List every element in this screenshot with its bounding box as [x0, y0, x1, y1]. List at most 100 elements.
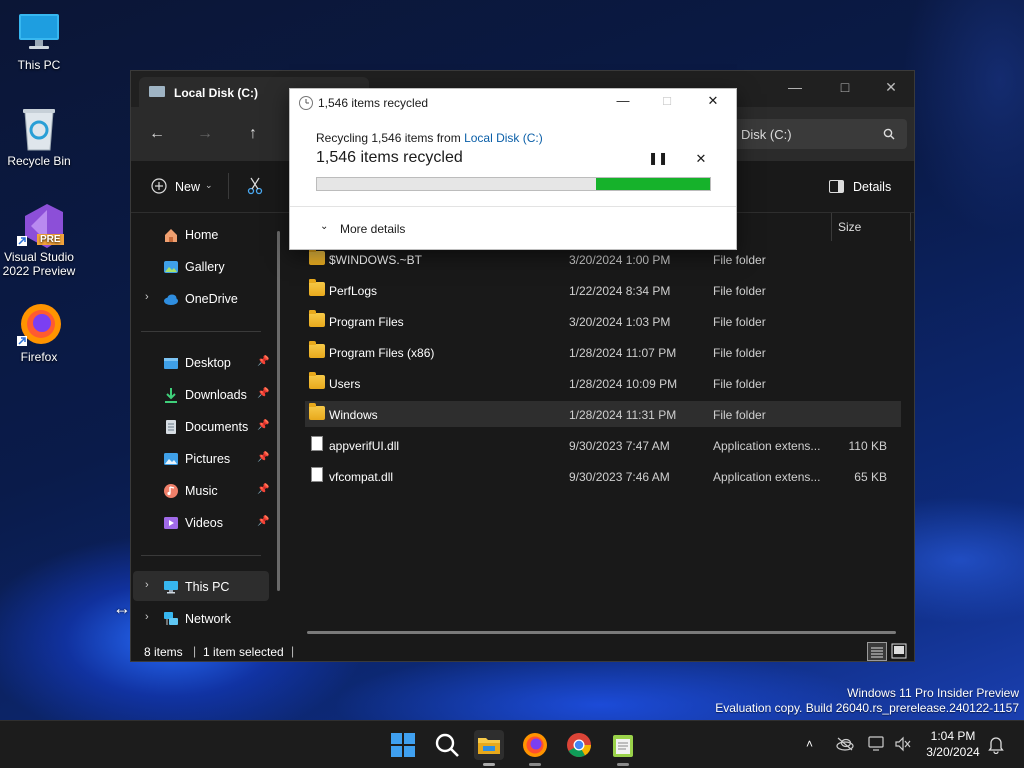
videos-icon [164, 517, 178, 529]
details-pane-icon [829, 180, 844, 193]
desktop-icon-firefox[interactable]: Firefox [0, 302, 78, 364]
table-row[interactable]: Program Files 3/20/2024 1:03 PM File fol… [305, 308, 901, 334]
pause-icon[interactable]: ❚❚ [648, 151, 668, 167]
volume-muted-icon[interactable] [894, 736, 912, 752]
pin-icon[interactable]: 📌 [257, 452, 269, 463]
sidebar-item-label: Music [185, 484, 218, 498]
table-row[interactable]: PerfLogs 1/22/2024 8:34 PM File folder [305, 277, 901, 303]
sidebar-scrollbar[interactable] [277, 231, 280, 591]
network-status-icon[interactable] [868, 736, 886, 752]
tiles-view-icon[interactable] [891, 643, 907, 659]
sidebar-item-videos[interactable]: Videos 📌 [161, 509, 273, 537]
pictures-icon [164, 453, 178, 465]
column-header-size[interactable]: Size [831, 213, 911, 241]
clock[interactable]: 1:04 PM 3/20/2024 [922, 729, 984, 759]
search-button[interactable] [432, 730, 462, 760]
table-row[interactable]: vfcompat.dll 9/30/2023 7:46 AM Applicati… [305, 463, 901, 489]
details-button[interactable]: Details [829, 177, 899, 197]
dialog-title: 1,546 items recycled [318, 96, 429, 110]
dialog-subtitle: Recycling 1,546 items from Local Disk (C… [316, 131, 543, 145]
table-row-selected[interactable]: Windows 1/28/2024 11:31 PM File folder [305, 401, 901, 427]
desktop-icon-label: This PC [17, 58, 61, 72]
sidebar-item-gallery[interactable]: Gallery [161, 253, 273, 281]
chevron-right-icon[interactable]: › [145, 611, 149, 623]
network-icon [164, 612, 178, 625]
taskbar-firefox[interactable] [520, 730, 550, 766]
watermark-line-1: Windows 11 Pro Insider Preview [847, 686, 1019, 700]
horizontal-scrollbar[interactable] [307, 631, 896, 634]
sidebar-item-label: Home [185, 228, 219, 242]
minimize-icon[interactable]: — [785, 79, 805, 95]
close-icon[interactable]: ✕ [881, 79, 901, 95]
clock-time: 1:04 PM [930, 729, 976, 743]
table-row[interactable]: Program Files (x86) 1/28/2024 11:07 PM F… [305, 339, 901, 365]
pin-icon[interactable]: 📌 [257, 388, 269, 399]
minimize-icon[interactable]: — [612, 93, 634, 113]
more-details-toggle[interactable]: ⌄ More details [290, 207, 738, 251]
sidebar-item-label: Gallery [185, 260, 225, 274]
cancel-icon[interactable]: ✕ [694, 151, 708, 167]
documents-icon [166, 420, 176, 434]
chevron-down-icon: ⌄ [205, 180, 213, 190]
source-drive-link[interactable]: Local Disk (C:) [464, 131, 543, 145]
onedrive-offline-icon[interactable] [836, 737, 854, 751]
sidebar-item-downloads[interactable]: Downloads 📌 [161, 381, 273, 409]
desktop-icon-label: Visual Studio 2022 Preview [2, 250, 76, 278]
desktop-icon-visual-studio[interactable]: PRE Visual Studio 2022 Preview [0, 202, 78, 278]
chevron-right-icon[interactable]: › [145, 579, 149, 591]
pin-icon[interactable]: 📌 [257, 356, 269, 367]
taskbar-file-explorer[interactable] [474, 730, 504, 766]
sidebar-item-onedrive[interactable]: › OneDrive [145, 285, 273, 313]
forward-arrow-icon[interactable]: → [195, 125, 215, 145]
file-type: File folder [713, 408, 766, 422]
details-view-icon[interactable] [867, 642, 887, 661]
show-hidden-icons-chevron-up-icon[interactable]: ˄ [806, 737, 813, 751]
pin-icon[interactable]: 📌 [257, 484, 269, 495]
taskbar-notepad[interactable] [608, 730, 638, 766]
table-row[interactable]: Users 1/28/2024 10:09 PM File folder [305, 370, 901, 396]
new-button[interactable]: New ⌄ [149, 178, 219, 198]
desktop-icon-this-pc[interactable]: This PC [0, 10, 78, 72]
back-arrow-icon[interactable]: ← [147, 125, 167, 145]
taskbar-chrome[interactable] [564, 730, 594, 760]
active-indicator [483, 763, 495, 766]
watermark-line-2: Evaluation copy. Build 26040.rs_prerelea… [715, 701, 1019, 715]
status-divider: | [291, 644, 295, 658]
file-type: File folder [713, 253, 766, 267]
file-name: vfcompat.dll [329, 470, 394, 484]
sidebar-divider [141, 331, 261, 332]
close-icon[interactable]: ✕ [702, 93, 724, 113]
folder-icon [309, 403, 325, 420]
cut-icon[interactable] [247, 177, 263, 195]
sidebar-item-pictures[interactable]: Pictures 📌 [161, 445, 273, 473]
onedrive-icon [164, 294, 178, 305]
sidebar-item-this-pc[interactable]: › This PC [145, 573, 273, 601]
file-date: 3/20/2024 1:03 PM [569, 315, 671, 329]
table-row[interactable]: appverifUI.dll 9/30/2023 7:47 AM Applica… [305, 432, 901, 458]
dll-file-icon [311, 436, 323, 451]
file-name: Program Files [329, 315, 404, 329]
desktop-icon-recycle-bin[interactable]: Recycle Bin [0, 106, 78, 168]
sidebar-item-home[interactable]: Home [161, 221, 273, 249]
maximize-icon[interactable]: □ [835, 79, 855, 95]
file-type: File folder [713, 346, 766, 360]
sidebar-item-network[interactable]: › Network [145, 605, 273, 633]
sidebar-item-label: Videos [185, 516, 223, 530]
pin-icon[interactable]: 📌 [257, 420, 269, 431]
chrome-icon [567, 733, 591, 758]
recycle-progress-dialog: 1,546 items recycled — □ ✕ Recycling 1,5… [289, 88, 737, 250]
chevron-right-icon[interactable]: › [145, 291, 149, 303]
notification-bell-icon[interactable] [988, 736, 1004, 754]
downloads-icon [165, 388, 177, 403]
sidebar-item-music[interactable]: Music 📌 [161, 477, 273, 505]
start-button[interactable] [388, 730, 418, 760]
search-input[interactable]: Disk (C:) [727, 119, 907, 149]
sidebar-item-desktop[interactable]: Desktop 📌 [161, 349, 273, 377]
up-arrow-icon[interactable]: ↑ [243, 125, 263, 145]
pin-icon[interactable]: 📌 [257, 516, 269, 527]
monitor-icon [17, 10, 61, 54]
sidebar-item-documents[interactable]: Documents 📌 [161, 413, 273, 441]
firefox-icon [523, 733, 547, 757]
file-date: 3/20/2024 1:00 PM [569, 253, 671, 267]
sidebar-item-label: This PC [185, 580, 230, 594]
